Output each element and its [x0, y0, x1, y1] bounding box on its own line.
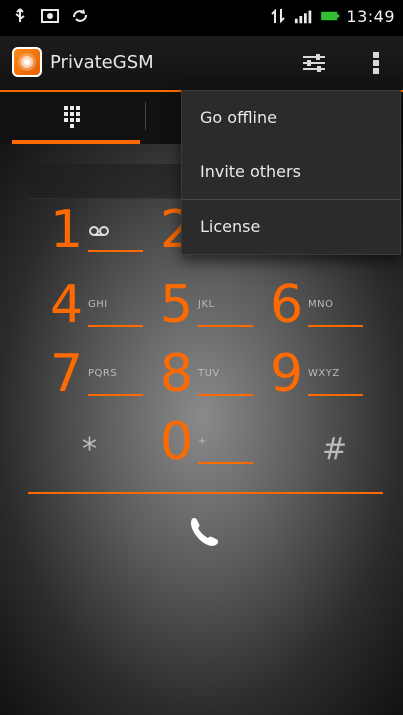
key-underline: [308, 394, 363, 396]
settings-sliders-icon[interactable]: [301, 52, 327, 74]
key-5-letters: JKL: [198, 299, 215, 310]
key-star[interactable]: *: [34, 418, 146, 474]
key-underline: [88, 250, 143, 252]
voicemail-icon: [88, 222, 110, 241]
menu-item-label: Go offline: [200, 108, 277, 127]
call-button[interactable]: [182, 510, 222, 550]
key-1[interactable]: 1: [50, 202, 162, 262]
key-0-letters: +: [198, 436, 207, 447]
action-bar: PrivateGSM: [0, 36, 403, 90]
overflow-menu-icon[interactable]: [371, 50, 381, 76]
menu-item-license[interactable]: License: [182, 200, 400, 254]
key-4-letters: GHI: [88, 299, 108, 310]
signal-icon: [294, 6, 314, 26]
menu-item-label: Invite others: [200, 162, 301, 181]
key-underline: [198, 325, 253, 327]
key-underline: [88, 394, 143, 396]
key-4-digit: 4: [50, 275, 84, 335]
battery-icon: [320, 6, 340, 26]
key-star-digit: *: [82, 432, 97, 467]
status-left-icons: [10, 6, 90, 26]
tab-dialpad[interactable]: [0, 90, 140, 144]
app-title: PrivateGSM: [50, 52, 154, 73]
key-6-letters: MNO: [308, 299, 334, 310]
sync-icon: [70, 6, 90, 26]
key-8-letters: TUV: [198, 368, 220, 379]
menu-item-go-offline[interactable]: Go offline: [182, 91, 400, 145]
key-underline: [198, 394, 253, 396]
key-1-digit: 1: [50, 200, 84, 260]
tab-divider: [145, 102, 146, 130]
status-right-icons: 13:49: [268, 6, 395, 26]
phone-icon: [190, 517, 219, 546]
key-hash-digit: #: [322, 432, 348, 467]
keypad-separator: [28, 492, 383, 494]
key-8[interactable]: 8 TUV: [160, 346, 272, 406]
key-7-digit: 7: [50, 344, 84, 404]
key-9[interactable]: 9 WXYZ: [270, 346, 382, 406]
key-7[interactable]: 7 PQRS: [50, 346, 162, 406]
status-bar: 13:49: [0, 0, 403, 36]
menu-item-label: License: [200, 217, 261, 236]
key-5-digit: 5: [160, 275, 194, 335]
key-underline: [88, 325, 143, 327]
key-underline: [308, 325, 363, 327]
key-5[interactable]: 5 JKL: [160, 277, 272, 337]
menu-item-invite-others[interactable]: Invite others: [182, 145, 400, 199]
key-underline: [198, 462, 253, 464]
key-7-letters: PQRS: [88, 368, 118, 379]
screen: 13:49 PrivateGSM 1 2 4 GHI 5 JKL 6 MNO 7…: [0, 0, 403, 715]
key-6[interactable]: 6 MNO: [270, 277, 382, 337]
key-9-digit: 9: [270, 344, 304, 404]
overflow-menu: Go offline Invite others License: [181, 90, 401, 255]
key-9-letters: WXYZ: [308, 368, 340, 379]
key-0[interactable]: 0 +: [160, 414, 272, 474]
usb-icon: [10, 6, 30, 26]
status-time: 13:49: [346, 6, 395, 26]
dialpad-icon: [62, 104, 82, 132]
data-transfer-icon: [268, 6, 288, 26]
key-6-digit: 6: [270, 275, 304, 335]
key-4[interactable]: 4 GHI: [50, 277, 162, 337]
key-8-digit: 8: [160, 344, 194, 404]
key-0-digit: 0: [160, 412, 194, 472]
screenshot-icon: [40, 6, 60, 26]
key-hash[interactable]: #: [272, 418, 384, 474]
app-logo-icon: [12, 47, 42, 77]
